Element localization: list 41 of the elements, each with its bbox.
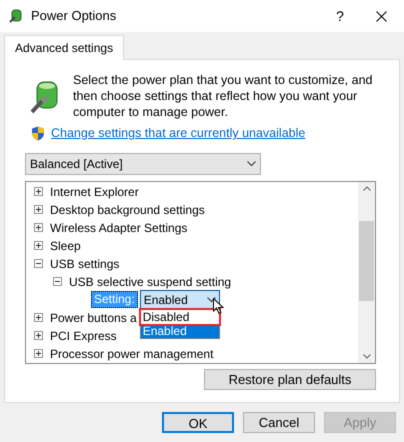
scroll-down-icon[interactable] <box>362 354 370 359</box>
tree-item[interactable]: PCI Express <box>50 326 117 345</box>
expand-icon[interactable] <box>34 331 43 340</box>
dialog-button[interactable]: Cancel <box>243 412 315 433</box>
chevron-down-icon <box>247 160 256 167</box>
help-button[interactable]: ? <box>322 0 358 32</box>
dropdown-option[interactable]: Disabled <box>140 310 219 324</box>
tree-item[interactable]: Power buttons a <box>50 308 137 327</box>
close-icon <box>376 10 386 22</box>
restore-defaults-button[interactable]: Restore plan defaults <box>204 368 376 390</box>
scrollbar-thumb[interactable] <box>359 220 374 301</box>
expand-icon[interactable] <box>34 349 43 358</box>
instructions-text: Select the power plan that you want to customize, and then choose settings that reflect how you want your computer to manage power. <box>73 72 374 120</box>
window-title: Power Options <box>31 7 116 26</box>
tab[interactable]: Advanced settings <box>4 35 124 60</box>
expand-icon[interactable] <box>34 241 43 250</box>
setting-value: Enabled <box>144 292 188 309</box>
expand-icon[interactable] <box>34 187 43 196</box>
tree-item[interactable]: USB settings <box>50 254 120 273</box>
setting-label: Setting: <box>91 291 138 308</box>
dialog-button[interactable]: OK <box>162 412 234 433</box>
chevron-down-icon <box>206 296 216 303</box>
plan-dropdown[interactable]: Balanced [Active] <box>25 152 261 175</box>
setting-dropdown[interactable]: Enabled <box>140 290 220 310</box>
collapse-icon[interactable] <box>34 259 43 268</box>
tree-item[interactable]: Sleep <box>50 236 81 255</box>
collapse-icon[interactable] <box>53 277 62 286</box>
tree-item[interactable]: Wireless Adapter Settings <box>50 218 188 237</box>
change-settings-link[interactable]: Change settings that are currently unavailable <box>51 124 306 143</box>
tree-item[interactable]: Processor power management <box>50 344 214 363</box>
tree-item[interactable]: Desktop background settings <box>50 200 205 219</box>
expand-icon[interactable] <box>34 205 43 214</box>
tree-item[interactable]: Internet Explorer <box>50 182 139 201</box>
shield-icon <box>31 126 45 141</box>
scroll-up-icon[interactable] <box>362 186 370 191</box>
expand-icon[interactable] <box>34 223 43 232</box>
expand-icon[interactable] <box>34 313 43 322</box>
battery-plug-icon <box>8 8 24 24</box>
tree-item[interactable]: USB selective suspend setting <box>69 272 232 291</box>
scrollbar[interactable] <box>358 182 375 363</box>
plan-value: Balanced [Active] <box>30 156 123 173</box>
